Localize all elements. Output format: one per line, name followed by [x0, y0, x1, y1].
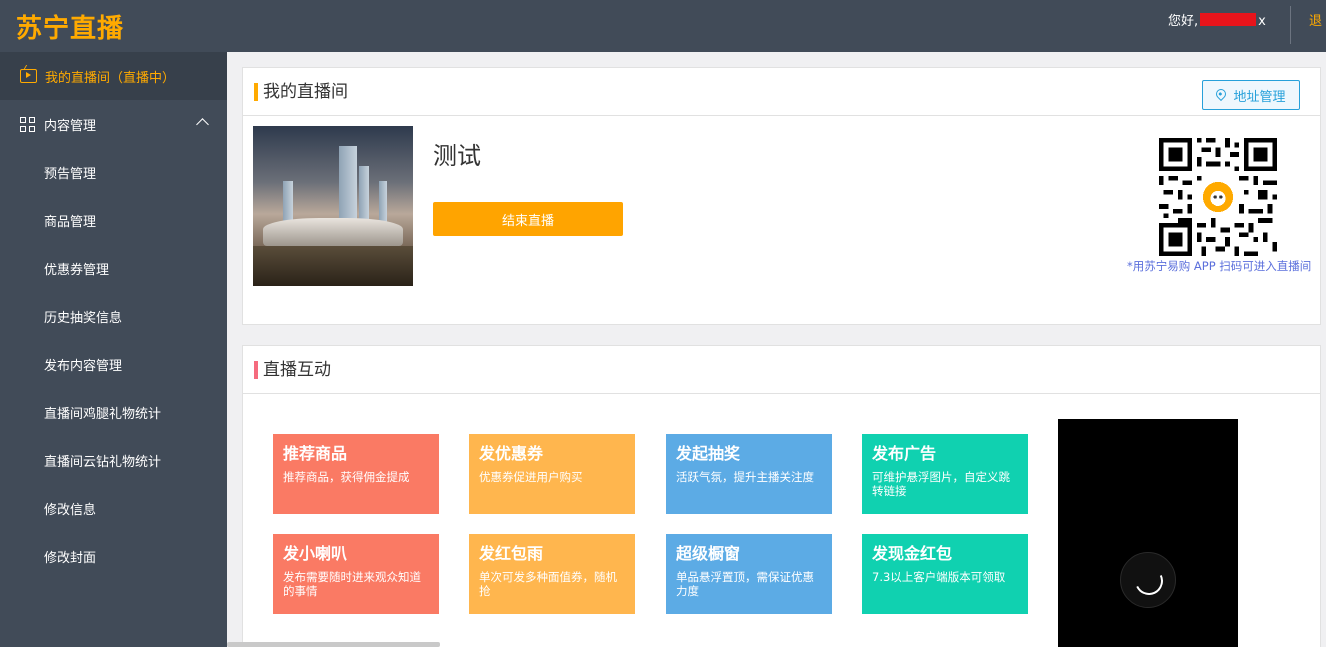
sidebar-item-chicken-gift-stats[interactable]: 直播间鸡腿礼物统计 [0, 388, 227, 436]
sidebar: 我的直播间（直播中） 内容管理 预告管理 商品管理 优惠券管理 历史抽奖信息 发… [0, 52, 227, 647]
location-pin-icon [1214, 86, 1229, 102]
sidebar-group-label: 内容管理 [44, 118, 97, 134]
tv-icon [20, 69, 37, 83]
sidebar-item-edit-cover[interactable]: 修改封面 [0, 532, 227, 580]
chevron-up-icon [196, 118, 209, 131]
my-room-title: 我的直播间 [263, 82, 348, 102]
tile-start-lottery[interactable]: 发起抽奖 活跃气氛，提升主播关注度 [666, 434, 832, 514]
header-divider [1290, 6, 1291, 44]
tile-red-packet-rain[interactable]: 发红包雨 单次可发多种面值券，随机抢 [469, 534, 635, 614]
sidebar-item-preview[interactable]: 预告管理 [0, 148, 227, 196]
tile-super-window[interactable]: 超级橱窗 单品悬浮置顶，需保证优惠力度 [666, 534, 832, 614]
my-room-card-header: 我的直播间 地址管理 [243, 68, 1320, 116]
end-live-button[interactable]: 结束直播 [433, 202, 623, 236]
logo-text: 苏宁直播 [16, 13, 125, 44]
interaction-card-header: 直播互动 [243, 346, 1320, 394]
tile-publish-ad[interactable]: 发布广告 可维护悬浮图片，自定义跳转链接 [862, 434, 1028, 514]
tile-issue-coupon[interactable]: 发优惠券 优惠券促进用户购买 [469, 434, 635, 514]
sidebar-item-lottery-history[interactable]: 历史抽奖信息 [0, 292, 227, 340]
sidebar-item-products[interactable]: 商品管理 [0, 196, 227, 244]
room-cover-image [253, 126, 413, 286]
logo[interactable]: 苏宁直播 [16, 8, 124, 44]
live-interaction-card: 直播互动 推荐商品 推荐商品，获得佣金提成 发优惠券 优惠券促进用户购买 发起抽奖活… [242, 345, 1321, 647]
qr-hint-text: *用苏宁易购 APP 扫码可进入直播间 [1127, 259, 1312, 273]
user-greeting: 您好, x [1168, 13, 1266, 29]
section-marker [254, 361, 258, 379]
sidebar-item-diamond-gift-stats[interactable]: 直播间云钻礼物统计 [0, 436, 227, 484]
redacted-username [1200, 13, 1257, 26]
sidebar-item-edit-info[interactable]: 修改信息 [0, 484, 227, 532]
sidebar-item-coupons[interactable]: 优惠券管理 [0, 244, 227, 292]
tile-small-horn[interactable]: 发小喇叭 发布需要随时进来观众知道的事情 [273, 534, 439, 614]
top-bar: 苏宁直播 您好, x 退 [0, 0, 1326, 52]
logout-link[interactable]: 退 [1309, 13, 1322, 31]
loading-spinner-icon [1120, 552, 1176, 608]
tile-cash-red-packet[interactable]: 发现金红包 7.3以上客户端版本可领取 [862, 534, 1028, 614]
live-video-preview[interactable] [1058, 419, 1238, 647]
section-marker [254, 83, 258, 101]
sidebar-item-label: 我的直播间（直播中） [45, 70, 176, 86]
horizontal-scrollbar[interactable] [227, 642, 440, 647]
address-management-button[interactable]: 地址管理 [1202, 80, 1300, 110]
interaction-title: 直播互动 [263, 360, 331, 380]
sidebar-item-publish-content[interactable]: 发布内容管理 [0, 340, 227, 388]
room-name: 测试 [433, 142, 481, 170]
sidebar-item-my-room[interactable]: 我的直播间（直播中） [0, 52, 227, 100]
my-room-card: 我的直播间 地址管理 测试 结束直播 *用苏宁易购 APP 扫码可进入直播间 [242, 67, 1321, 325]
tile-recommend-product[interactable]: 推荐商品 推荐商品，获得佣金提成 [273, 434, 439, 514]
grid-icon [20, 116, 35, 132]
qr-code [1159, 138, 1277, 256]
sidebar-group-content[interactable]: 内容管理 [0, 100, 227, 148]
